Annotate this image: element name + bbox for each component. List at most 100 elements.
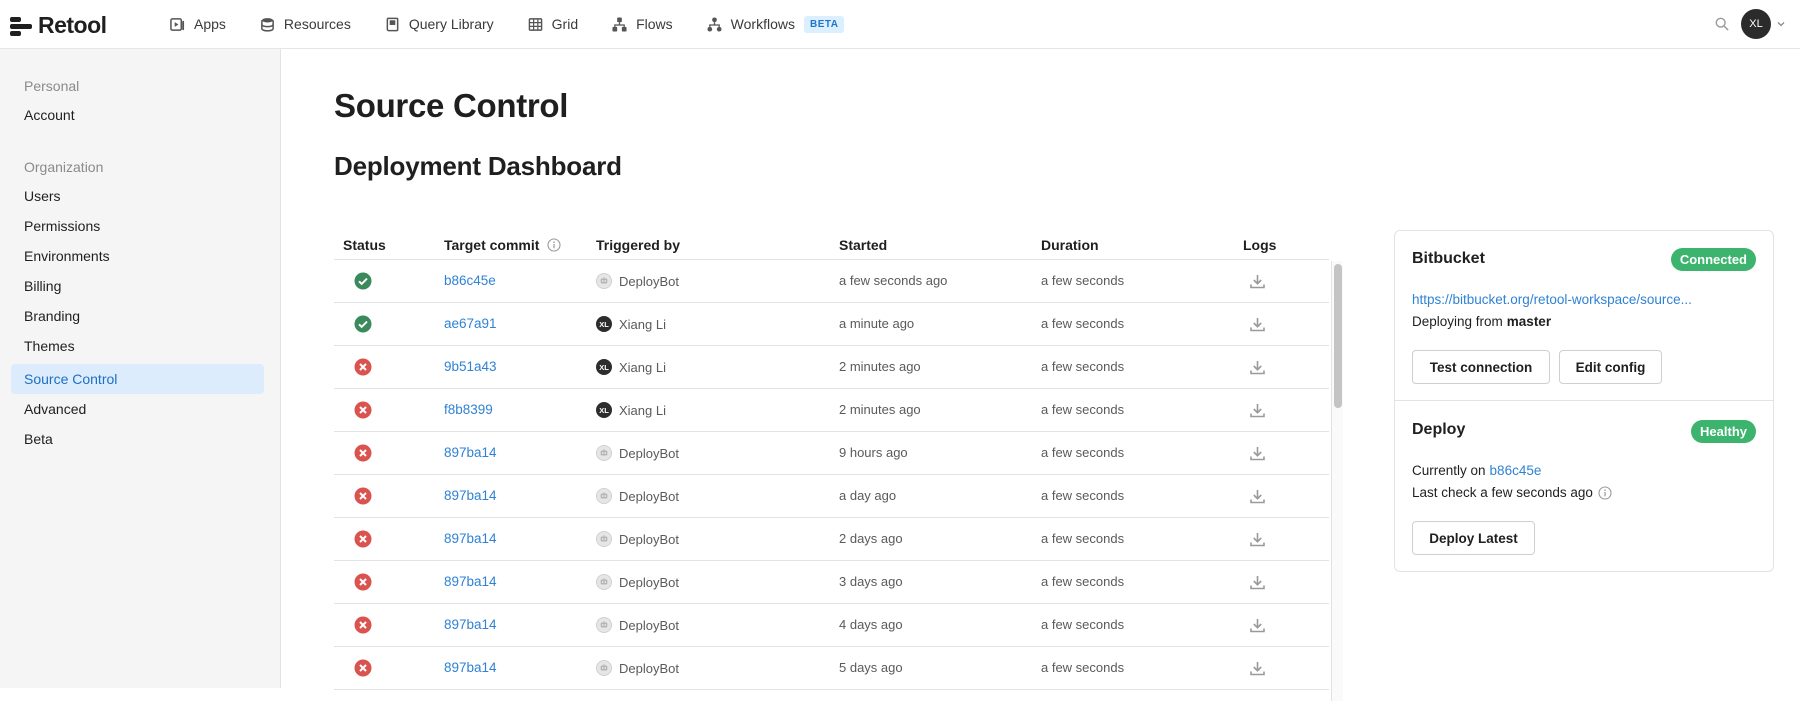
- sidebar-item-source-control[interactable]: Source Control: [11, 364, 264, 394]
- download-icon[interactable]: [1249, 617, 1266, 634]
- started-time: 5 days ago: [839, 660, 903, 675]
- commit-link[interactable]: f8b8399: [444, 402, 493, 417]
- nav-item-apps[interactable]: Apps: [170, 16, 226, 32]
- download-icon[interactable]: [1249, 273, 1266, 290]
- bot-avatar-icon: [596, 531, 612, 547]
- triggered-by: XL Xiang Li: [596, 316, 666, 332]
- table-row: f8b8399 XL Xiang Li 2 minutes ago a few seco…: [334, 389, 1329, 432]
- table-scrollbar[interactable]: [1331, 261, 1343, 701]
- current-commit-link[interactable]: b86c45e: [1490, 463, 1542, 478]
- commit-link[interactable]: 897ba14: [444, 488, 497, 503]
- column-header-triggered-by: Triggered by: [596, 237, 681, 253]
- table-row: 897ba14 DeployBot 9 hours ago a few seconds: [334, 432, 1329, 475]
- deploy-latest-button[interactable]: Deploy Latest: [1412, 521, 1535, 555]
- success-icon: [354, 272, 372, 290]
- started-time: 2 minutes ago: [839, 402, 921, 417]
- table-header: Status Target commit Triggered by Starte…: [334, 229, 1329, 260]
- triggered-by: DeployBot: [596, 531, 679, 547]
- sidebar-item-themes[interactable]: Themes: [11, 331, 264, 361]
- commit-link[interactable]: 897ba14: [444, 617, 497, 632]
- failed-icon: [354, 616, 372, 634]
- nav-item-resources[interactable]: Resources: [260, 16, 351, 32]
- duration: a few seconds: [1041, 445, 1125, 460]
- user-avatar: XL: [596, 359, 612, 375]
- triggered-by-name: Xiang Li: [619, 402, 666, 418]
- download-icon[interactable]: [1249, 531, 1266, 548]
- sidebar-item-beta[interactable]: Beta: [11, 424, 264, 454]
- bot-avatar-icon: [596, 660, 612, 676]
- table-row: 897ba14 DeployBot 2 days ago a few seconds: [334, 518, 1329, 561]
- download-icon[interactable]: [1249, 445, 1266, 462]
- download-icon[interactable]: [1249, 402, 1266, 419]
- user-avatar: XL: [596, 402, 612, 418]
- user-avatar[interactable]: XL: [1741, 9, 1771, 39]
- started-time: 2 days ago: [839, 531, 903, 546]
- workflows-icon: [707, 16, 722, 32]
- nav-item-grid[interactable]: Grid: [528, 16, 578, 32]
- database-icon: [261, 17, 274, 32]
- user-avatar: XL: [596, 316, 612, 332]
- nav-item-flows[interactable]: Flows: [612, 16, 673, 32]
- triggered-by: DeployBot: [596, 445, 679, 461]
- triggered-by: DeployBot: [596, 660, 679, 676]
- sidebar-item-account[interactable]: Account: [11, 100, 264, 130]
- sidebar-item-branding[interactable]: Branding: [11, 301, 264, 331]
- info-icon[interactable]: [547, 238, 561, 252]
- started-time: a few seconds ago: [839, 273, 948, 288]
- nav-item-label: Apps: [194, 16, 226, 32]
- apps-icon: [170, 17, 185, 31]
- edit-config-button[interactable]: Edit config: [1559, 350, 1662, 384]
- nav-item-label: Grid: [551, 16, 579, 32]
- sidebar-item-environments[interactable]: Environments: [11, 241, 264, 271]
- triggered-by-name: DeployBot: [619, 617, 679, 633]
- column-header-status: Status: [343, 237, 386, 253]
- download-icon[interactable]: [1249, 574, 1266, 591]
- table-row: b86c45e DeployBot a few seconds ago a few s…: [334, 260, 1329, 303]
- sidebar-item-advanced[interactable]: Advanced: [11, 394, 264, 424]
- duration: a few seconds: [1041, 660, 1125, 675]
- commit-link[interactable]: 897ba14: [444, 660, 497, 675]
- triggered-by-name: Xiang Li: [619, 359, 666, 375]
- bot-avatar-icon: [596, 445, 612, 461]
- sidebar-item-permissions[interactable]: Permissions: [11, 211, 264, 241]
- chevron-down-icon[interactable]: [1776, 19, 1786, 29]
- deploy-title: Deploy: [1412, 421, 1466, 438]
- retool-logo[interactable]: Retool: [10, 12, 107, 39]
- failed-icon: [354, 358, 372, 376]
- nav-right: XL: [1715, 9, 1786, 39]
- commit-link[interactable]: 897ba14: [444, 531, 497, 546]
- last-check-label: Last check a few seconds ago: [1412, 485, 1593, 500]
- failed-icon: [354, 573, 372, 591]
- section-title: Deployment Dashboard: [334, 151, 622, 181]
- info-icon[interactable]: [1598, 485, 1612, 500]
- failed-icon: [354, 659, 372, 677]
- commit-link[interactable]: ae67a91: [444, 316, 497, 331]
- triggered-by-name: Xiang Li: [619, 316, 666, 332]
- commit-link[interactable]: 897ba14: [444, 574, 497, 589]
- search-icon[interactable]: [1715, 17, 1729, 31]
- nav-item-workflows[interactable]: Workflows BETA: [707, 15, 845, 33]
- commit-link[interactable]: b86c45e: [444, 273, 496, 288]
- success-icon: [354, 315, 372, 333]
- repository-link[interactable]: https://bitbucket.org/retool-workspace/s…: [1412, 292, 1692, 307]
- failed-icon: [354, 530, 372, 548]
- book-icon: [386, 17, 399, 31]
- duration: a few seconds: [1041, 316, 1125, 331]
- sidebar-item-users[interactable]: Users: [11, 181, 264, 211]
- scrollbar-thumb[interactable]: [1334, 264, 1342, 408]
- test-connection-button[interactable]: Test connection: [1412, 350, 1550, 384]
- download-icon[interactable]: [1249, 316, 1266, 333]
- nav-item-query-library[interactable]: Query Library: [385, 16, 494, 32]
- download-icon[interactable]: [1249, 660, 1266, 677]
- sidebar-item-billing[interactable]: Billing: [11, 271, 264, 301]
- column-header-duration: Duration: [1041, 237, 1099, 253]
- commit-link[interactable]: 897ba14: [444, 445, 497, 460]
- settings-sidebar: Personal Account Organization Users Perm…: [0, 49, 281, 688]
- download-icon[interactable]: [1249, 488, 1266, 505]
- download-icon[interactable]: [1249, 359, 1266, 376]
- main-nav: Apps Resources Query Library Grid Flows …: [170, 0, 878, 48]
- commit-link[interactable]: 9b51a43: [444, 359, 497, 374]
- deploying-branch: Deploying from master: [1412, 314, 1551, 329]
- table-row: 897ba14 DeployBot a day ago a few seconds: [334, 475, 1329, 518]
- deployments-table: Status Target commit Triggered by Starte…: [334, 229, 1343, 701]
